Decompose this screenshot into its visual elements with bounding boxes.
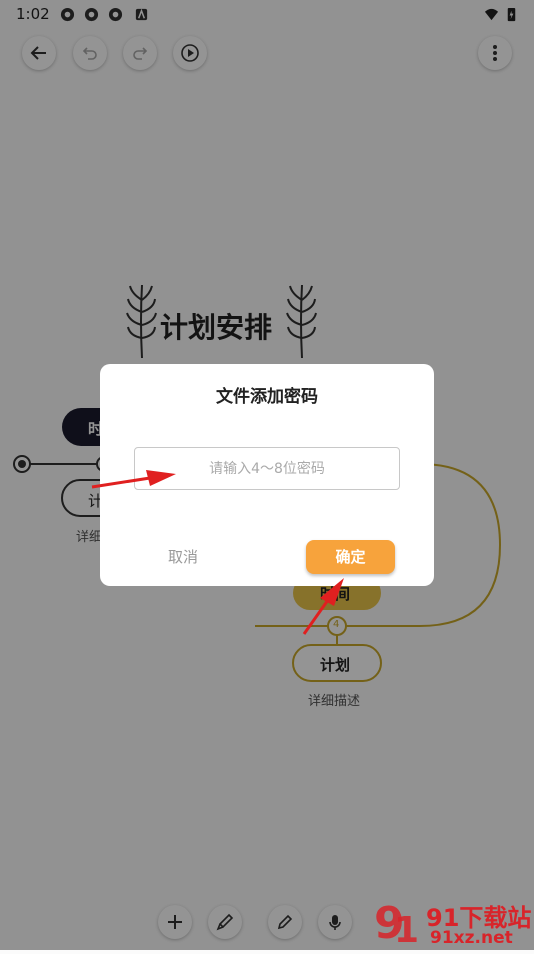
watermark-logo: 9 1 91下载站 91xz.net <box>372 890 534 951</box>
watermark-url: 91xz.net <box>430 928 513 948</box>
cancel-button[interactable]: 取消 <box>152 540 214 574</box>
dialog-title: 文件添加密码 <box>216 387 318 407</box>
password-input[interactable] <box>134 447 400 490</box>
confirm-button[interactable]: 确定 <box>306 540 395 574</box>
password-dialog: 文件添加密码 取消 确定 <box>100 364 434 586</box>
svg-text:1: 1 <box>394 910 419 950</box>
